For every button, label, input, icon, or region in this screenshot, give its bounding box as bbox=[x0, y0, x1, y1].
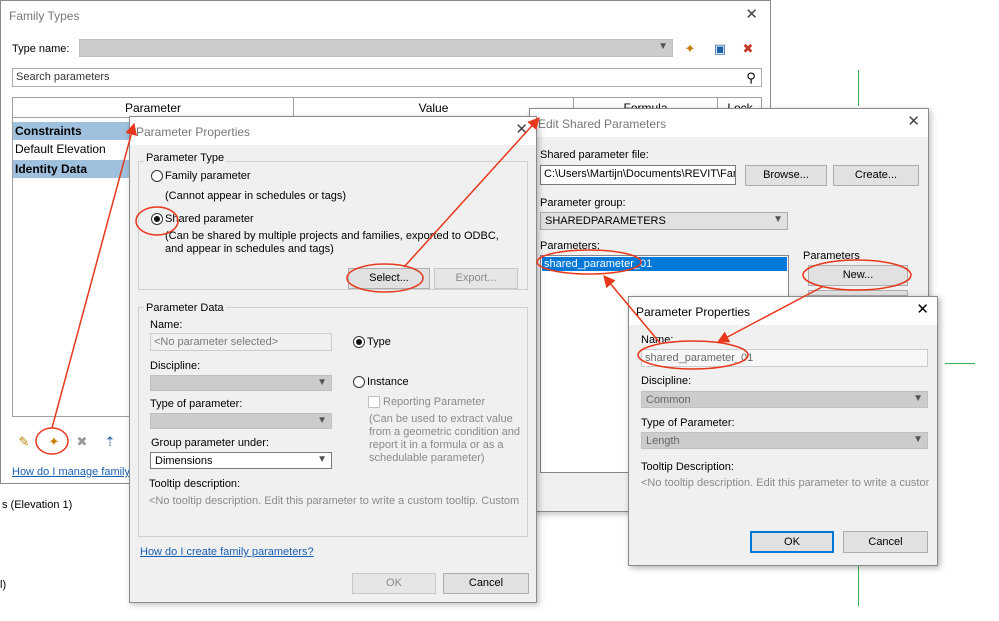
highlight-new-button bbox=[802, 259, 912, 291]
highlight-select-button bbox=[346, 263, 424, 293]
highlight-new-parameter-icon bbox=[35, 427, 69, 455]
highlight-name-field bbox=[637, 340, 749, 370]
arrow-new-parameter-to-dialog bbox=[51, 122, 137, 429]
highlight-shared-parameter-radio bbox=[135, 206, 179, 236]
highlight-shared-parameter-item bbox=[536, 249, 642, 275]
arrow-name-to-list-item bbox=[603, 275, 661, 344]
arrow-select-to-edit-shared bbox=[403, 117, 540, 268]
arrow-new-to-properties bbox=[716, 286, 823, 343]
annotation-overlay bbox=[35, 117, 912, 455]
